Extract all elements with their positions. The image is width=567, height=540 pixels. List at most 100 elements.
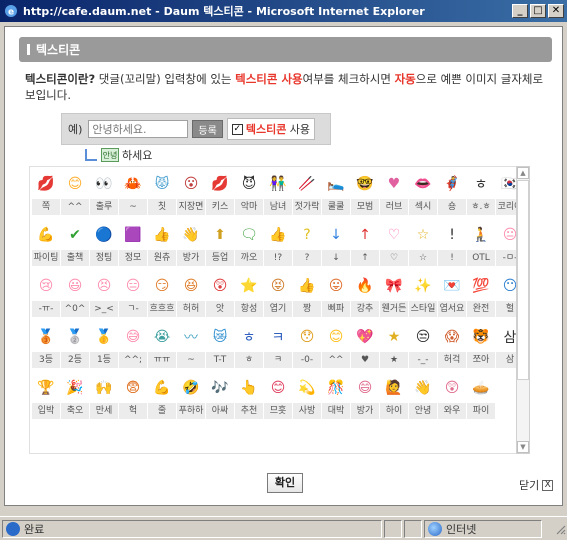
emoticon-cell[interactable]: 😈 악마 [235,168,263,218]
emoticon-cell[interactable]: 🟪 정모 [119,219,147,269]
emoticon-cell[interactable]: 🎶 아싸 [206,372,234,422]
emoticon-icon: 👫 [269,176,287,192]
emoticon-cell[interactable]: ㅎㅎ.ㅎ [467,168,495,218]
emoticon-cell[interactable]: 😭 ㅠㅠ [148,321,176,371]
emoticon-cell[interactable]: 🎉 축오 [61,372,89,422]
emoticon-cell[interactable]: 💖 ♥ [351,321,379,371]
emoticon-cell[interactable]: 👄 섹시 [409,168,437,218]
scroll-down-icon[interactable]: ▼ [517,441,529,453]
emoticon-cell[interactable]: 😢 -ㅠ- [32,270,60,320]
emoticon-cell[interactable]: 💯 완전 [467,270,495,320]
emoticon-cell[interactable]: 😆 허허 [177,270,205,320]
emoticon-cell[interactable]: 💌 엽서요 [438,270,466,320]
emoticon-cell[interactable]: 🤓 모범 [351,168,379,218]
emoticon-cell[interactable]: 👆 추천 [235,372,263,422]
emoticon-cell[interactable]: 🦀 ~ [119,168,147,218]
emoticon-cell[interactable]: 🏆 입박 [32,372,60,422]
emoticon-icon: 👋 [182,227,200,243]
emoticon-cell[interactable]: ✨ 스타일 [409,270,437,320]
scroll-thumb[interactable] [517,180,529,380]
emoticon-cell[interactable]: ↑ ↑ [351,219,379,269]
emoticon-cell[interactable]: 👋 안녕 [409,372,437,422]
minimize-button[interactable]: _ [512,4,528,18]
emoticon-cell[interactable]: 😱 허걱 [438,321,466,371]
emoticon-cell[interactable]: 😿 T-T [206,321,234,371]
emoticon-cell[interactable]: 😊 므흣 [264,372,292,422]
emoticon-cell[interactable]: 👍!? [264,219,292,269]
emoticon-cell[interactable]: ㅎㅎ [235,321,263,371]
emoticon-cell[interactable]: ♥ 러브 [380,168,408,218]
emoticon-cell[interactable]: 😲 와우 [438,372,466,422]
emoticon-cell[interactable]: 💪 파이팅 [32,219,60,269]
emoticon-cell[interactable]: 😊 ^^ [322,321,350,371]
emoticon-cell[interactable]: ♡ ♡ [380,219,408,269]
emoticon-cell[interactable]: 😮 지장면 [177,168,205,218]
emoticon-cell[interactable]: 😾 칫 [148,168,176,218]
emoticon-cell[interactable]: ⭐ 항성 [235,270,263,320]
emoticon-cell[interactable]: 🙌 만세 [90,372,118,422]
intro-part-2: 여부를 체크하시면 [302,72,395,86]
emoticon-cell[interactable]: 🐯 쪼아 [467,321,495,371]
emoticon-cell[interactable]: 😯 -0- [293,321,321,371]
emoticon-cell[interactable]: 👍 짱 [293,270,321,320]
emoticon-cell[interactable]: ⬆ 등업 [206,219,234,269]
demo-input[interactable] [88,120,189,138]
emoticon-cell[interactable]: 👀 출루 [90,168,118,218]
emoticon-cell[interactable]: 🥢 젓가락 [293,168,321,218]
emoticon-cell[interactable]: 😲 앗 [206,270,234,320]
emoticon-cell[interactable]: 🥉 3등 [32,321,60,371]
emoticon-cell[interactable]: 🥇 1등 [90,321,118,371]
emoticon-cell[interactable]: 😨 헉 [119,372,147,422]
emoticon-cell[interactable]: 🧎 OTL [467,219,495,269]
emoticon-cell[interactable]: ?? [293,219,321,269]
emoticon-cell[interactable]: 🥈 2등 [61,321,89,371]
emoticon-cell[interactable]: 🔵 정팅 [90,219,118,269]
emoticon-cell[interactable]: 😊 ^^ [61,168,89,218]
emoticon-icon: 👍 [298,278,316,294]
emoticon-cell[interactable]: 😏 흐흐흐 [148,270,176,320]
emoticon-cell[interactable]: !! [438,219,466,269]
emoticon-cell[interactable]: ★ ★ [380,321,408,371]
emoticon-cell[interactable]: 👍 원츄 [148,219,176,269]
ok-button[interactable]: 확인 [267,473,303,493]
emoticon-label: ? [293,250,321,266]
emoticon-cell[interactable]: ↓ ↓ [322,219,350,269]
close-button[interactable]: ✕ [548,4,564,18]
emoticon-cell[interactable]: 🤣 푸하하 [177,372,205,422]
emoticon-cell[interactable]: 🎊 대박 [322,372,350,422]
emoticon-icon: ✨ [414,278,432,294]
emoticon-icon: 🏆 [37,380,55,396]
emoticon-cell[interactable]: 🥧 파이 [467,372,495,422]
emoticon-cell[interactable]: 😑 ㄱ- [119,270,147,320]
emoticon-cell[interactable]: ☆ ☆ [409,219,437,269]
emoticon-cell[interactable]: 😒 -_- [409,321,437,371]
emoticon-cell[interactable]: 🦸 숑 [438,168,466,218]
emoticon-cell[interactable]: 🗨 까오 [235,219,263,269]
textikon-use-checkbox[interactable]: ✓ 텍스티콘 사용 [226,118,316,140]
emoticon-cell[interactable]: 👋 방가 [177,219,205,269]
emoticon-cell[interactable]: ㅋㅋ [264,321,292,371]
emoticon-cell[interactable]: 😄 방가 [351,372,379,422]
register-button[interactable]: 등록 [192,120,223,138]
emoticon-cell[interactable]: 👫 남녀 [264,168,292,218]
emoticon-cell[interactable]: 😝 엽기 [264,270,292,320]
emoticon-cell[interactable]: 💋 쪽 [32,168,60,218]
emoticon-cell[interactable]: 😣 >_< [90,270,118,320]
close-link[interactable]: 닫기 X [519,477,554,493]
emoticon-cell[interactable]: 🙋 하이 [380,372,408,422]
resize-grip-icon[interactable] [554,523,566,535]
emoticon-cell[interactable]: 🛌 쿨쿨 [322,168,350,218]
emoticon-cell[interactable]: 🎀 웬거든 [380,270,408,320]
scroll-up-icon[interactable]: ▲ [517,167,529,179]
emoticon-cell[interactable]: ✔ 출책 [61,219,89,269]
emoticon-cell[interactable]: 😃 ^0^ [61,270,89,320]
emoticon-cell[interactable]: 😅 ^^; [119,321,147,371]
emoticon-cell[interactable]: 〰 ~ [177,321,205,371]
emoticon-cell[interactable]: 💫 사방 [293,372,321,422]
maximize-button[interactable]: □ [530,4,546,18]
emoticon-cell[interactable]: 💋 키스 [206,168,234,218]
emoticon-cell[interactable]: 🔥 강추 [351,270,379,320]
emoticon-cell[interactable]: 💪 줄 [148,372,176,422]
emoticon-cell[interactable]: 😛 삐파 [322,270,350,320]
vertical-scrollbar[interactable]: ▲ ▼ [516,166,530,454]
